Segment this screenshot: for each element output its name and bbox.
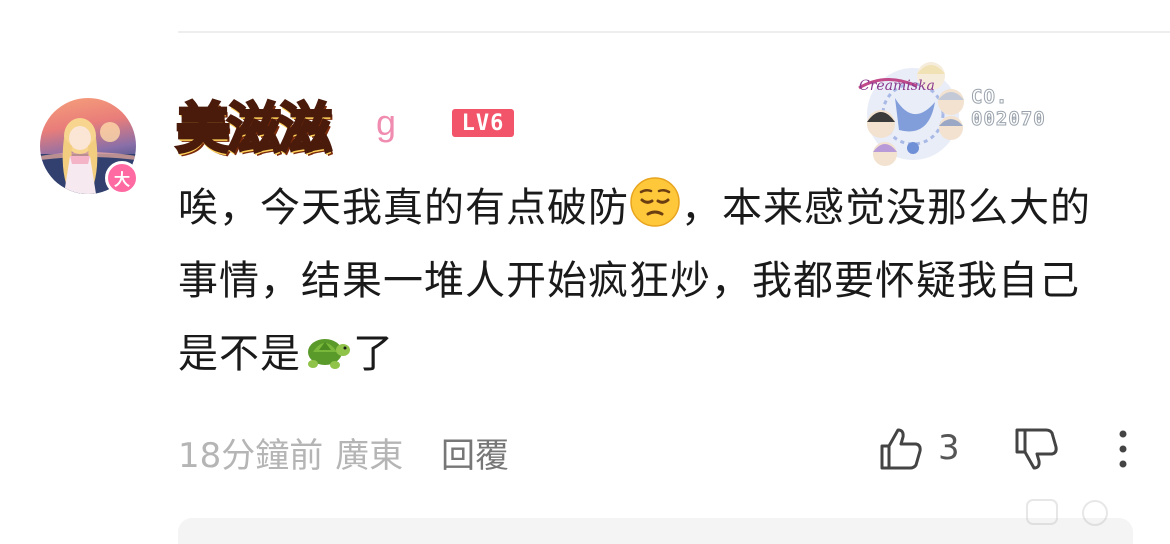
divider xyxy=(178,31,1170,33)
replies-preview[interactable] xyxy=(178,518,1133,544)
comment-meta: 18分鐘前 廣東 xyxy=(178,428,403,477)
comment-text: 唉，今天我真的有点破防 ，本来感觉没那么大的事情，结果一堆人开始疯狂炒，我都要怀疑… xyxy=(178,172,1118,391)
pensive-face-icon xyxy=(630,177,680,227)
dislike-button[interactable] xyxy=(1012,424,1062,474)
username-decoration: 美滋滋 xyxy=(175,96,334,162)
thumbs-up-icon xyxy=(880,428,922,470)
more-vertical-icon xyxy=(1119,430,1127,468)
pendant-code-line2: 002070 xyxy=(971,108,1046,131)
turtle-icon xyxy=(308,339,350,369)
reply-button[interactable]: 回覆 xyxy=(441,428,509,477)
vip-badge: 大 xyxy=(105,161,139,195)
level-badge: LV6 xyxy=(452,109,514,137)
username-text: g xyxy=(376,102,397,143)
comment-screen: 大 g 美滋滋 LV6 Creamiska CO. 002070 唉，今天我真的… xyxy=(0,0,1170,544)
comment-time: 18分鐘前 xyxy=(178,436,324,476)
like-button[interactable] xyxy=(876,424,926,474)
comment-location: 廣東 xyxy=(335,436,404,476)
comment-text-part1: 唉，今天我真的有点破防 xyxy=(178,185,629,231)
pendant-code: CO. 002070 xyxy=(971,86,1046,131)
comment-text-part3: 了 xyxy=(353,331,394,377)
like-count: 3 xyxy=(938,428,960,468)
pendant-code-line1: CO. xyxy=(971,86,1009,109)
more-options-button[interactable] xyxy=(1108,428,1138,470)
avatar-pendant: Creamiska CO. 002070 xyxy=(855,58,1070,168)
pendant-brand: Creamiska xyxy=(859,78,935,94)
watermark-icon xyxy=(1026,499,1108,526)
thumbs-down-icon xyxy=(1015,428,1058,470)
